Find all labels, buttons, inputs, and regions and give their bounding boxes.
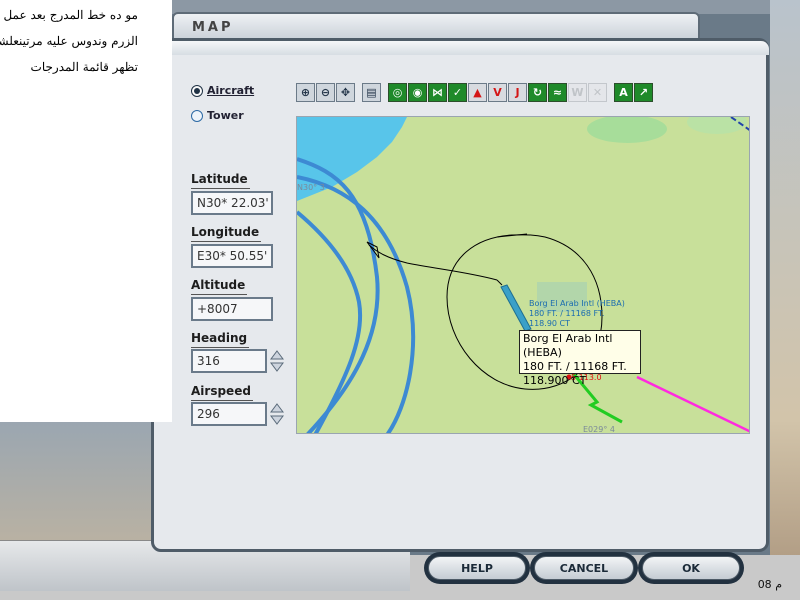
tooltip-line-1: Borg El Arab Intl (HEBA) (523, 332, 613, 359)
airway-icon[interactable]: ↻ (528, 83, 547, 102)
runway-icon (500, 284, 532, 332)
note-line-3: تظهر قائمة المدرجات (30, 60, 138, 74)
heading-up-arrow-icon (270, 350, 284, 360)
radio-tower[interactable]: Tower (191, 109, 244, 122)
heading-label: Heading (191, 331, 250, 348)
note-line-2: الزرم وندوس عليه مرتينعلشان (0, 34, 138, 48)
altitude-label: Altitude (191, 278, 248, 295)
jet-route-icon[interactable]: J (508, 83, 527, 102)
radio-aircraft-indicator[interactable] (191, 84, 203, 97)
help-button[interactable]: HELP (428, 556, 526, 580)
ok-button[interactable]: OK (642, 556, 740, 580)
airspeed-up-arrow-icon (270, 403, 284, 413)
radio-tower-label: Tower (207, 109, 244, 122)
vor-icon[interactable]: ◎ (388, 83, 407, 102)
radio-tower-indicator[interactable] (191, 109, 203, 122)
note-line-1: مو ده خط المدرج بعد عمل (3, 8, 138, 22)
latitude-label: Latitude (191, 172, 250, 189)
radio-aircraft[interactable]: Aircraft (191, 84, 254, 97)
airport-map-label-2: 180 FT. / 11168 FT. (529, 309, 605, 318)
note-overlay: مو ده خط المدرج بعد عمل الزرم وندوس عليه… (0, 0, 172, 422)
intersection-icon[interactable]: ✓ (448, 83, 467, 102)
altitude-field[interactable]: +8007 (191, 297, 273, 321)
ils-icon[interactable]: ⋈ (428, 83, 447, 102)
center-icon[interactable]: ✥ (336, 83, 355, 102)
airspeed-spinner[interactable] (270, 402, 284, 426)
print-icon[interactable]: ▤ (362, 83, 381, 102)
airspeed-label: Airspeed (191, 384, 253, 401)
longitude-label: Longitude (191, 225, 262, 242)
label-icon[interactable]: A (614, 83, 633, 102)
window-title: MAP (192, 20, 234, 35)
airport-map-label: Borg El Arab Intl (HEBA) (529, 299, 625, 308)
zoom-in-icon[interactable]: ⊕ (296, 83, 315, 102)
coordinate-label-top: N30° 3 (297, 183, 325, 192)
weather-icon[interactable]: W (568, 83, 587, 102)
map-toolbar: ⊕ ⊖ ✥ ▤ ◎ ◉ ⋈ ✓ ▲ V J ↻ ≈ W ✕ A ↗ (296, 83, 654, 105)
background-right (770, 0, 800, 600)
zoom-out-icon[interactable]: ⊖ (316, 83, 335, 102)
heading-spinner[interactable] (270, 349, 284, 373)
airport-icon[interactable]: ▲ (468, 83, 487, 102)
victor-route-icon[interactable]: V (488, 83, 507, 102)
heading-field[interactable]: 316 (191, 349, 267, 373)
flight-plan-icon[interactable]: ↗ (634, 83, 653, 102)
tooltip-line-3: 118.900 CT (523, 374, 587, 387)
airspeed-down-arrow-icon (270, 415, 284, 425)
airspeed-field[interactable]: 296 (191, 402, 267, 426)
heading-down-arrow-icon (270, 362, 284, 372)
terrain-icon[interactable]: ≈ (548, 83, 567, 102)
tooltip-line-2: 180 FT. / 11168 FT. (523, 360, 627, 373)
latitude-field[interactable]: N30* 22.03' (191, 191, 273, 215)
ndb-icon[interactable]: ◉ (408, 83, 427, 102)
taskbar-clock: 08 م (757, 578, 782, 591)
cancel-button[interactable]: CANCEL (534, 556, 634, 580)
radio-aircraft-label: Aircraft (207, 84, 255, 97)
coordinate-label-bottom: E029° 4 (583, 425, 615, 434)
weather-x-icon[interactable]: ✕ (588, 83, 607, 102)
longitude-field[interactable]: E30* 50.55' (191, 244, 273, 268)
airport-tooltip: Borg El Arab Intl (HEBA) 180 FT. / 11168… (519, 330, 641, 387)
airport-map-label-3: 118.90 CT (529, 319, 571, 328)
